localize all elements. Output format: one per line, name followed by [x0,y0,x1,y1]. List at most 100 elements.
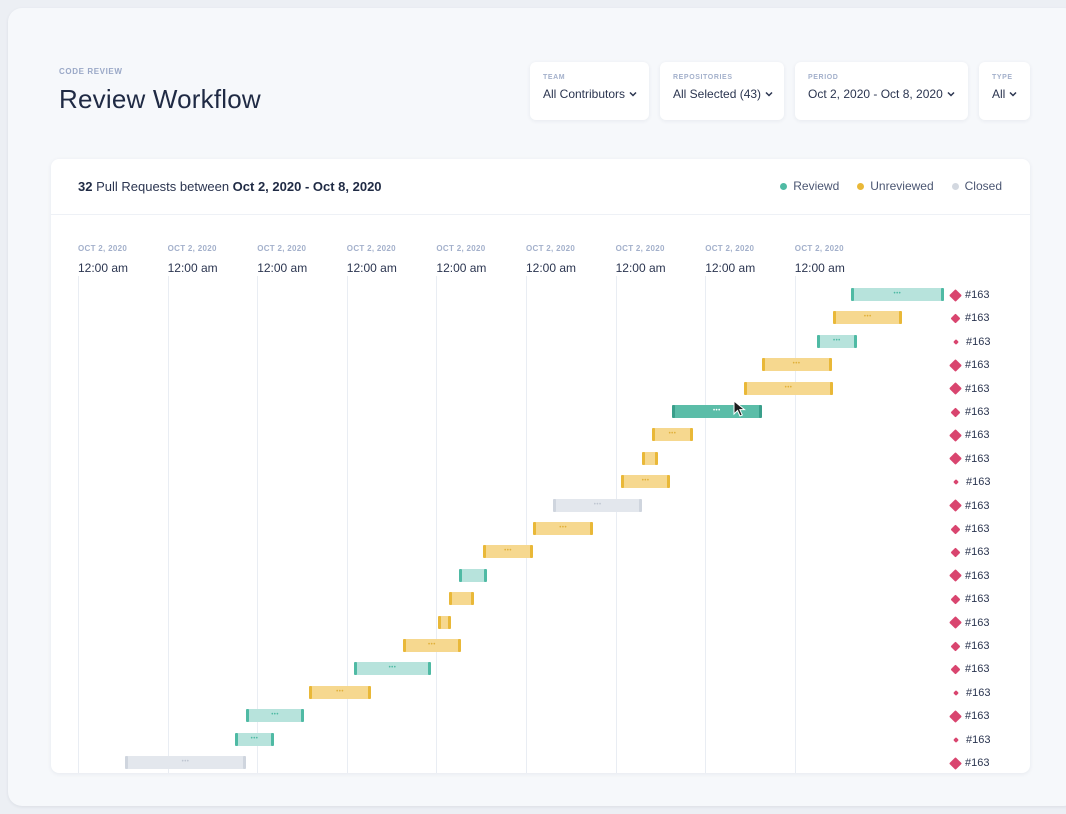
pr-bar-unreviewed[interactable] [642,451,658,465]
bar-handle-right [457,639,461,652]
bar-dots-icon: ••• [559,525,568,531]
pr-label[interactable]: #163 [949,522,989,536]
filter-period-value: Oct 2, 2020 - Oct 8, 2020 [808,87,943,101]
bar-dots-icon: ••• [181,759,190,765]
pr-bar-closed[interactable]: ••• [552,498,643,512]
pr-label[interactable]: #163 [949,475,990,489]
pr-label[interactable]: #163 [949,733,990,747]
bar-handle-right [300,709,304,723]
axis-date-label: OCT 2, 2020 [436,244,486,253]
bar-dots-icon: ••• [668,431,677,438]
filter-repositories-value: All Selected (43) [673,87,762,101]
bar-handle-left [817,334,821,348]
chevron-down-icon [946,89,956,99]
pr-label[interactable]: #163 [949,358,989,372]
pr-bar-unreviewed[interactable]: ••• [533,522,594,535]
bar-handle-right [758,405,762,418]
pr-id: #163 [966,335,991,348]
legend-item-closed[interactable]: Closed [951,179,1002,193]
legend-item-reviewed[interactable]: Reviewd [780,179,839,193]
filter-repositories-label: REPOSITORIES [673,74,733,81]
pr-bar-unreviewed[interactable]: ••• [403,639,461,652]
pull-request-count: 32 [78,179,93,194]
bar-dots-icon: ••• [336,688,344,695]
pr-label[interactable]: #163 [949,382,989,396]
pr-bar-reviewed[interactable]: ••• [234,732,275,746]
filter-repositories[interactable]: REPOSITORIES All Selected (43) [660,62,784,120]
pr-label[interactable]: #163 [949,592,989,606]
pr-id: #163 [966,686,991,699]
bar-handle-right [853,334,857,348]
pr-bar-unreviewed[interactable]: ••• [309,685,371,699]
pr-bar-unreviewed[interactable]: ••• [652,428,693,442]
card-header: 32 Pull Requests between Oct 2, 2020 - O… [51,159,1030,215]
bar-dots-icon: ••• [250,735,259,742]
bar-dots-icon: ••• [784,384,793,391]
pr-bar-reviewed[interactable]: ••• [817,334,857,348]
pr-diamond-icon [949,709,962,723]
pr-label[interactable]: #163 [949,499,989,513]
gridline [78,276,79,773]
bar-dots-icon: ••• [863,314,872,321]
bar-handle-left [246,709,250,723]
axis-time-label: 12:00 am [436,261,487,275]
pr-id: #163 [965,757,990,769]
gridline [794,276,796,773]
axis-date-label: OCT 2, 2020 [615,244,665,253]
pr-bar-unreviewed[interactable]: ••• [833,311,903,325]
bar-handle-left [552,498,556,512]
pr-bar-reviewed[interactable]: ••• [246,709,304,723]
pr-bar-reviewed[interactable]: ••• [672,405,762,418]
pr-id: #163 [965,663,990,676]
pr-bar-unreviewed[interactable] [438,615,451,629]
pr-id: #163 [965,312,990,325]
pr-label[interactable]: #163 [949,662,989,676]
bar-handle-right [639,498,643,512]
pr-bar-unreviewed[interactable] [448,592,475,606]
axis-date-label: OCT 2, 2020 [78,244,128,253]
legend-item-unreviewed[interactable]: Unreviewed [857,179,934,193]
filter-team-value: All Contributors [543,87,626,101]
pr-bar-unreviewed[interactable]: ••• [761,358,832,372]
bar-handle-left [743,381,747,395]
pr-diamond-icon [950,664,961,675]
axis-time-label: 12:00 am [78,261,129,275]
pr-diamond-icon [949,452,962,466]
pr-label[interactable]: #163 [949,428,989,442]
axis-date-label: OCT 2, 2020 [346,244,396,253]
bar-dots-icon: ••• [504,548,512,555]
gridline [167,276,169,773]
filter-team[interactable]: TEAM All Contributors [530,62,649,120]
pr-label[interactable]: #163 [949,545,989,559]
pr-bar-reviewed[interactable]: ••• [851,288,944,301]
pr-label[interactable]: #163 [949,569,989,583]
pr-label[interactable]: #163 [949,405,989,419]
pr-label[interactable]: #163 [949,335,990,349]
pr-label[interactable]: #163 [949,686,990,700]
filter-period[interactable]: PERIOD Oct 2, 2020 - Oct 8, 2020 [795,62,968,120]
pr-bar-unreviewed[interactable]: ••• [620,475,671,489]
pr-diamond-icon [949,756,962,770]
filter-period-label: PERIOD [808,74,839,81]
filter-type-value: All [992,87,1006,101]
pr-id: #163 [965,546,990,559]
filter-type[interactable]: TYPE All [979,62,1030,120]
pr-bar-closed[interactable]: ••• [124,756,247,769]
pr-id: #163 [965,452,990,465]
pr-bar-reviewed[interactable]: ••• [353,662,431,676]
pr-label[interactable]: #163 [949,639,989,653]
legend-label-closed: Closed [964,179,1002,193]
summary-range: Oct 2, 2020 - Oct 8, 2020 [232,179,382,194]
gridline [615,276,617,773]
pr-label[interactable]: #163 [949,756,989,770]
pr-label[interactable]: #163 [949,709,989,723]
pr-diamond-icon [953,689,959,696]
pr-label[interactable]: #163 [949,452,989,466]
pr-bar-unreviewed[interactable]: ••• [482,545,534,559]
pr-label[interactable]: #163 [949,311,989,325]
pr-label[interactable]: #163 [949,288,989,302]
bar-handle-right [828,358,832,372]
pr-bar-unreviewed[interactable]: ••• [743,381,834,395]
pr-bar-reviewed[interactable] [458,568,487,582]
pr-label[interactable]: #163 [949,616,989,630]
